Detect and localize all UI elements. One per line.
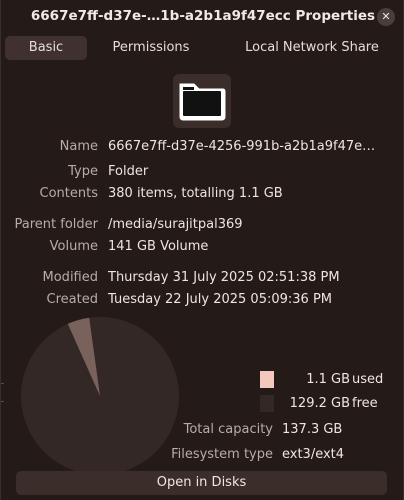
contents-label: Contents [39,186,98,201]
created-value: Tuesday 22 July 2025 05:09:36 PM [108,292,332,307]
properties-window: 6667e7ff-d37e-…1b-a2b1a9f47ecc Propertie… [0,0,404,500]
window-title: 6667e7ff-d37e-…1b-a2b1a9f47ecc Propertie… [30,8,376,24]
close-button[interactable]: ✕ [377,8,395,26]
contents-value: 380 items, totalling 1.1 GB [108,186,283,201]
tab-local-network-share[interactable]: Local Network Share [231,36,393,60]
name-label: Name [59,139,98,154]
volume-value: 141 GB Volume [108,239,209,254]
filesystem-type-label: Filesystem type [171,447,273,462]
filesystem-type-value: ext3/ext4 [282,447,345,462]
used-label: used [352,372,384,387]
type-value: Folder [108,164,149,179]
window-edge-mark [1,401,4,402]
total-capacity-value: 137.3 GB [282,422,343,437]
disk-usage-pie-chart [21,317,179,475]
modified-label: Modified [42,270,98,285]
used-legend-swatch [260,371,274,388]
tab-basic[interactable]: Basic [5,36,87,60]
window-edge-mark [1,383,4,384]
close-icon: ✕ [381,10,391,23]
volume-label: Volume [49,239,98,254]
tab-bar: Basic Permissions Local Network Share [5,36,401,60]
folder-icon [179,83,226,121]
used-size: 1.1 GB [306,372,350,387]
parent-folder-link[interactable]: /media/surajitpal369 [108,217,243,232]
name-value[interactable]: 6667e7ff-d37e-4256-991b-a2b1a9f47e… [108,139,375,154]
tab-permissions[interactable]: Permissions [100,36,202,60]
open-in-disks-button[interactable]: Open in Disks [16,471,387,495]
free-size: 129.2 GB [289,396,350,411]
free-legend-swatch [260,395,274,412]
title-bar[interactable]: 6667e7ff-d37e-…1b-a2b1a9f47ecc Propertie… [1,0,404,34]
type-label: Type [68,164,98,179]
free-label: free [352,396,378,411]
parent-folder-label: Parent folder [14,217,98,232]
created-label: Created [46,292,98,307]
folder-icon-container [173,74,231,128]
modified-value: Thursday 31 July 2025 02:51:38 PM [108,270,340,285]
total-capacity-label: Total capacity [183,422,273,437]
